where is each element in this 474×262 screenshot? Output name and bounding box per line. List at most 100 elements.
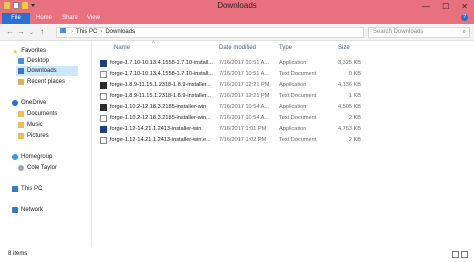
item-count: 8 items: [8, 251, 28, 257]
application-icon: [100, 60, 107, 67]
tab-view[interactable]: View: [87, 15, 100, 21]
title-bar: Downloads — ☐ ✕: [0, 0, 474, 12]
text-document-icon: [100, 115, 107, 122]
file-name: forge-1.12-14.21.1.2413-installer-win: [110, 126, 202, 132]
forward-icon[interactable]: →: [17, 27, 25, 36]
file-row[interactable]: forge-1.12-14.21.1.2413-installer-win 7/1…: [98, 125, 362, 134]
address-bar[interactable]: › This PC › Downloads: [56, 27, 364, 38]
text-document-icon: [100, 71, 107, 78]
nav-user[interactable]: Cole Taylor: [18, 163, 57, 173]
explorer-window: Downloads — ☐ ✕ File Home Share View ? ←…: [0, 0, 474, 262]
desktop-icon: [18, 58, 24, 64]
file-size: 3,325 KB: [337, 60, 361, 66]
recent-locations-icon[interactable]: ⌄: [29, 29, 34, 36]
file-size: 0 KB: [348, 71, 361, 77]
file-date: 7/16/2017 10:51 A...: [219, 71, 270, 77]
back-icon[interactable]: ←: [6, 27, 14, 36]
star-icon: ★: [12, 49, 19, 56]
nav-desktop[interactable]: Desktop: [18, 56, 49, 66]
large-icons-view-icon[interactable]: [461, 251, 468, 258]
application-icon: [100, 104, 107, 111]
application-icon: [100, 82, 107, 89]
file-date: 7/16/2017 12:21 PM: [219, 82, 270, 88]
homegroup-icon: [12, 154, 18, 160]
file-date: 7/16/2017 10:51 A...: [219, 60, 270, 66]
file-name: forge-1.7.10-10.13.4.1558-1.7.10-install…: [110, 60, 213, 66]
file-size: 2 KB: [348, 137, 361, 143]
breadcrumb-separator-icon: ›: [100, 29, 103, 35]
nav-onedrive[interactable]: OneDrive: [12, 98, 46, 108]
minimize-button[interactable]: —: [422, 2, 430, 11]
navigation-pane: ★ Favorites Desktop Downloads Recent pla…: [0, 41, 92, 247]
application-icon: [100, 126, 107, 133]
file-size: 4,753 KB: [337, 126, 361, 132]
file-date: 7/16/2017 1:01 PM: [219, 126, 267, 132]
nav-documents[interactable]: Documents: [18, 109, 57, 119]
file-date: 7/16/2017 1:02 PM: [219, 137, 267, 143]
file-row[interactable]: forge-1.7.10-10.13.4.1558-1.7.10-install…: [98, 59, 362, 68]
nav-network[interactable]: Network: [12, 205, 43, 215]
downloads-icon: [18, 68, 24, 74]
file-size: 4,136 KB: [337, 82, 361, 88]
folder-icon: [18, 122, 24, 128]
file-name: forge-1.7.10-10.13.4.1558-1.7.10-install…: [110, 71, 213, 77]
file-name: forge-1.8.9-11.15.1.2318-1.8.9-installer…: [110, 82, 211, 88]
folder-icon: [18, 133, 24, 139]
file-row[interactable]: forge-1.8.9-11.15.1.2318-1.8.9-installer…: [98, 92, 362, 101]
nav-downloads[interactable]: Downloads: [16, 66, 78, 76]
ribbon: File Home Share View ?: [0, 12, 474, 24]
breadcrumb-separator-icon: ›: [71, 29, 73, 35]
column-header-size[interactable]: Size: [338, 45, 350, 51]
text-document-icon: [100, 93, 107, 100]
file-row[interactable]: forge-1.12-14.21.1.2413-installer-win.e.…: [98, 136, 362, 145]
nav-favorites[interactable]: ★ Favorites: [12, 46, 46, 56]
user-icon: [18, 165, 24, 171]
file-size: 1 KB: [348, 93, 361, 99]
search-input[interactable]: Search Downloads ⌕: [368, 27, 470, 38]
window-controls: — ☐ ✕: [422, 2, 468, 11]
breadcrumb-downloads[interactable]: Downloads: [105, 29, 135, 35]
column-header-date[interactable]: Date modified: [219, 45, 256, 51]
breadcrumb-this-pc[interactable]: This PC: [76, 29, 97, 35]
file-name: forge-1.12-14.21.1.2413-installer-win.e.…: [110, 137, 211, 143]
recent-places-icon: [18, 79, 24, 85]
tab-share[interactable]: Share: [62, 15, 78, 21]
file-name: forge-1.10.2-12.18.3.2185-installer-win: [110, 104, 207, 110]
file-size: 4,505 KB: [337, 104, 361, 110]
text-document-icon: [100, 137, 107, 144]
file-row[interactable]: forge-1.10.2-12.18.3.2185-installer-win 7…: [98, 103, 362, 112]
view-toggle: [452, 251, 468, 258]
nav-recent-places[interactable]: Recent places: [18, 77, 65, 87]
folder-icon: [18, 111, 24, 117]
maximize-button[interactable]: ☐: [442, 2, 449, 11]
help-icon[interactable]: ?: [461, 14, 468, 21]
sort-chevron-icon: ^: [152, 41, 155, 47]
file-tab[interactable]: File: [2, 13, 30, 24]
column-header-name[interactable]: Name: [114, 45, 130, 51]
nav-pictures[interactable]: Pictures: [18, 131, 49, 141]
search-icon: ⌕: [462, 29, 466, 35]
window-title: Downloads: [217, 1, 257, 10]
nav-homegroup[interactable]: Homegroup: [12, 152, 52, 162]
file-row[interactable]: forge-1.8.9-11.15.1.2318-1.8.9-installer…: [98, 81, 362, 90]
details-view-icon[interactable]: [452, 251, 459, 258]
file-date: 7/16/2017 10:54 A...: [219, 104, 270, 110]
address-row: ← → ⌄ ↑ › This PC › Downloads Search Downlo…: [0, 24, 474, 41]
cloud-icon: [12, 100, 18, 106]
folder-icon: [60, 28, 66, 33]
file-size: 2 KB: [348, 115, 361, 121]
file-row[interactable]: forge-1.10.2-12.18.3.2185-installer-win.…: [98, 114, 362, 123]
nav-this-pc[interactable]: This PC: [12, 184, 42, 194]
search-placeholder: Search Downloads: [373, 29, 424, 35]
file-name: forge-1.8.9-11.15.1.2318-1.8.9-installer…: [110, 93, 211, 99]
nav-music[interactable]: Music: [18, 120, 43, 130]
close-button[interactable]: ✕: [461, 2, 468, 11]
computer-icon: [12, 186, 18, 192]
file-row[interactable]: forge-1.7.10-10.13.4.1558-1.7.10-install…: [98, 70, 362, 79]
column-header-type[interactable]: Type: [279, 45, 292, 51]
network-icon: [12, 207, 18, 213]
tab-home[interactable]: Home: [36, 15, 52, 21]
file-name: forge-1.10.2-12.18.3.2185-installer-win.…: [110, 115, 211, 121]
up-icon[interactable]: ↑: [40, 27, 44, 36]
file-date: 7/16/2017 12:21 PM: [219, 93, 270, 99]
